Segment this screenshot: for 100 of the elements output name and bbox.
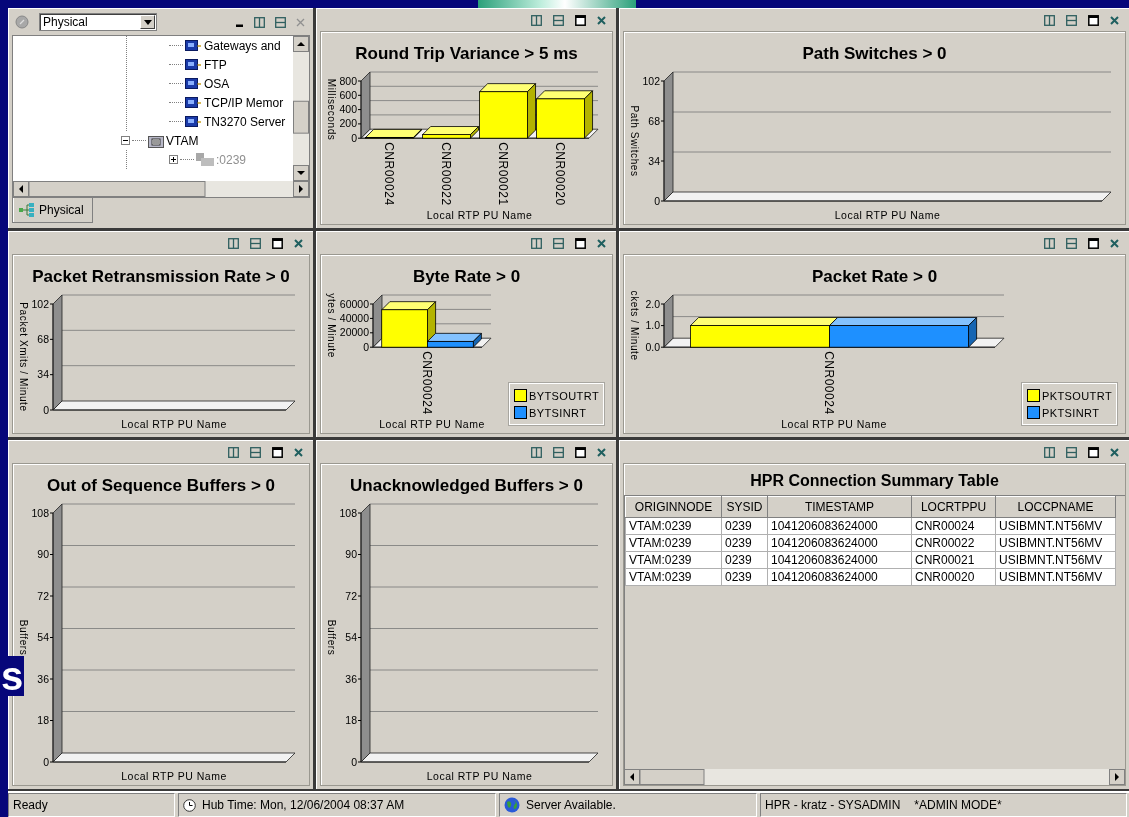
bar — [536, 98, 585, 139]
maximize-icon[interactable] — [575, 446, 586, 458]
tree-item[interactable]: TN3270 Server — [204, 114, 286, 129]
split-horizontal-icon[interactable] — [250, 237, 261, 249]
tick-label: 102 — [642, 74, 660, 87]
chart-title: Path Switches > 0 — [801, 43, 948, 65]
x-axis-label: Local RTP PU Name — [426, 209, 533, 221]
y-axis-label: Packet Xmits / Minute — [18, 302, 29, 412]
split-horizontal-icon[interactable] — [1066, 446, 1077, 458]
y-axis-label: ckets / Minute — [629, 290, 640, 361]
view-select[interactable]: Physical — [39, 13, 157, 31]
monitor-icon — [185, 39, 202, 52]
y-axis-label: Buffers — [18, 619, 29, 656]
x-axis-label: Local RTP PU Name — [426, 770, 533, 782]
split-horizontal-icon[interactable] — [553, 237, 564, 249]
monitor-icon — [185, 58, 202, 71]
maximize-icon[interactable] — [1088, 14, 1099, 26]
tree-item[interactable]: TCP/IP Memor — [204, 95, 284, 110]
horizontal-scrollbar[interactable] — [13, 181, 309, 197]
column-header[interactable]: LOCCPNAME — [995, 496, 1116, 518]
tick-label: 200 — [339, 117, 357, 130]
legend-label: BYTSOUTRT — [529, 389, 599, 402]
split-vertical-icon[interactable] — [1044, 446, 1055, 458]
tick-label: 400 — [339, 103, 357, 116]
tick-label: 36 — [345, 672, 357, 685]
mode-indicator: *ADMIN MODE* — [914, 798, 1002, 812]
y-axis-label: ytes / Minute — [326, 293, 337, 358]
close-icon[interactable] — [597, 447, 606, 457]
column-header[interactable]: TIMESTAMP — [767, 496, 912, 518]
x-axis-label: Local RTP PU Name — [834, 209, 941, 221]
close-icon[interactable] — [597, 238, 606, 248]
network-icon — [19, 203, 35, 217]
split-horizontal-icon[interactable] — [250, 446, 261, 458]
tree-item[interactable]: VTAM — [166, 133, 199, 148]
horizontal-scrollbar[interactable] — [624, 769, 1125, 785]
close-icon[interactable] — [1110, 15, 1119, 25]
tick-label: 102 — [31, 297, 49, 310]
tick-label: 90 — [37, 548, 49, 560]
status-circle-icon — [15, 15, 29, 29]
tick-label: 108 — [339, 506, 357, 519]
y-axis-label: Buffers — [326, 619, 337, 656]
tick-label: 54 — [345, 631, 357, 643]
close-icon[interactable] — [294, 238, 303, 248]
chart-title: Round Trip Variance > 5 ms — [354, 43, 579, 65]
tick-label: 0 — [351, 755, 357, 768]
maximize-icon[interactable] — [575, 237, 586, 249]
chart-title: Packet Retransmission Rate > 0 — [31, 266, 291, 288]
maximize-icon[interactable] — [1088, 446, 1099, 458]
split-vertical-icon[interactable] — [531, 14, 542, 26]
tick-label: 0 — [363, 340, 369, 353]
close-icon[interactable] — [294, 447, 303, 457]
dropdown-button[interactable] — [140, 15, 155, 29]
tick-label: 0 — [351, 131, 357, 144]
vertical-scrollbar[interactable] — [293, 36, 309, 181]
tree-item[interactable]: FTP — [204, 57, 227, 72]
tick-label: 60000 — [339, 297, 369, 310]
category-label: CNR00020 — [553, 142, 567, 206]
category-label: CNR00022 — [439, 142, 453, 206]
category-label: CNR00021 — [496, 142, 510, 206]
split-horizontal-icon[interactable] — [1066, 14, 1077, 26]
bar — [422, 134, 471, 139]
split-vertical-icon[interactable] — [531, 237, 542, 249]
split-horizontal-icon[interactable] — [275, 16, 286, 28]
maximize-icon[interactable] — [1088, 237, 1099, 249]
split-horizontal-icon[interactable] — [553, 14, 564, 26]
column-header[interactable]: LOCRTPPU — [911, 496, 996, 518]
tree-item[interactable]: OSA — [204, 76, 230, 91]
maximize-icon[interactable] — [575, 14, 586, 26]
caret-icon — [143, 19, 152, 25]
globe-icon — [504, 797, 520, 813]
tick-label: 20000 — [339, 326, 369, 339]
maximize-icon[interactable] — [272, 446, 283, 458]
split-vertical-icon[interactable] — [228, 237, 239, 249]
split-vertical-icon[interactable] — [1044, 237, 1055, 249]
tree-item[interactable]: Gateways and — [204, 38, 281, 53]
split-horizontal-icon[interactable] — [553, 446, 564, 458]
tick-label: 34 — [37, 368, 49, 381]
category-label: CNR00024 — [420, 351, 434, 415]
x-axis-label: Local RTP PU Name — [379, 418, 485, 430]
maximize-icon[interactable] — [272, 237, 283, 249]
split-vertical-icon[interactable] — [228, 446, 239, 458]
column-header[interactable]: SYSID — [721, 496, 768, 518]
close-icon[interactable] — [597, 15, 606, 25]
split-vertical-icon[interactable] — [531, 446, 542, 458]
close-icon[interactable] — [1110, 238, 1119, 248]
clock-icon — [183, 798, 196, 812]
close-icon[interactable] — [1110, 447, 1119, 457]
split-vertical-icon[interactable] — [254, 16, 265, 28]
chart-title: Out of Sequence Buffers > 0 — [45, 475, 277, 497]
collapse-icon[interactable] — [121, 136, 130, 145]
tick-label: 18 — [345, 714, 357, 726]
legend-label: PKTSINRT — [1042, 406, 1100, 419]
chart-title: Byte Rate > 0 — [411, 266, 522, 288]
split-horizontal-icon[interactable] — [1066, 237, 1077, 249]
slide-text: s — [0, 656, 25, 696]
y-axis-label: Milliseconds — [326, 78, 337, 141]
view-tab[interactable]: Physical — [12, 198, 93, 223]
column-header[interactable]: ORIGINNODE — [625, 496, 722, 518]
tick-label: 0 — [43, 403, 49, 416]
split-vertical-icon[interactable] — [1044, 14, 1055, 26]
